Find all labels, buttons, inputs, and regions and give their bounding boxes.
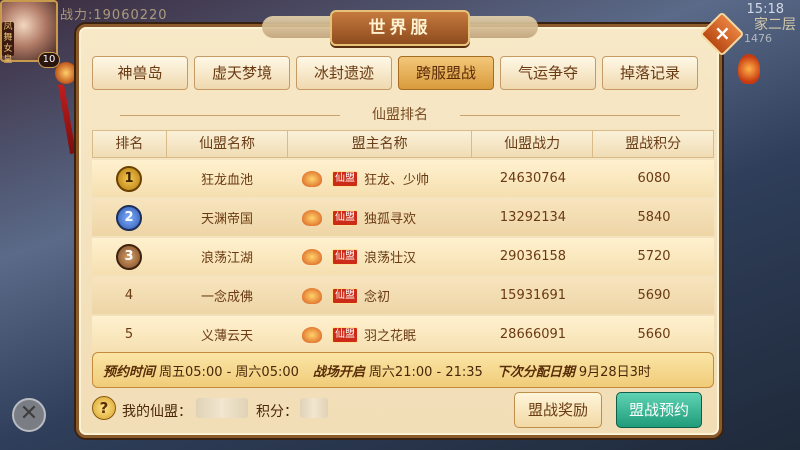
guild-name: 浪荡江湖	[200, 251, 253, 266]
my-score-value-masked	[300, 398, 328, 418]
silver-medal-icon: 2	[116, 204, 142, 231]
war-score: 5840	[637, 210, 671, 225]
header-rank: 排名	[93, 131, 167, 157]
leader-tag: 仙盟	[332, 209, 358, 226]
header-war-score: 盟战积分	[625, 136, 682, 152]
my-guild-label: 我的仙盟：	[122, 404, 192, 420]
guild-name: 狂龙血池	[200, 173, 253, 188]
crest-icon	[298, 248, 326, 266]
guild-name: 义薄云天	[200, 329, 253, 344]
section-title: 仙盟排名	[372, 107, 428, 123]
guild-power: 29036158	[499, 249, 567, 264]
tab-fortune-contest[interactable]: 气运争夺	[500, 56, 596, 90]
leader-name: 独孤寻欢	[364, 212, 417, 227]
table-row[interactable]: 5 义薄云天 仙盟 羽之花眠 28666091 5660	[92, 316, 714, 353]
tab-cross-server-alliance-war[interactable]: 跨服盟战	[398, 56, 494, 90]
next-allocation-label: 下次分配日期	[496, 364, 575, 380]
lantern-ornament-icon	[738, 54, 760, 84]
crest-icon	[298, 287, 326, 305]
gold-medal-icon: 1	[116, 165, 142, 192]
tassel-string	[57, 84, 77, 154]
reserve-time-label: 预约时间	[103, 364, 156, 380]
guild-name: 一念成佛	[200, 290, 253, 305]
schedule-info-bar: 预约时间 周五05:00 - 周六05:00 战场开启 周六21:00 - 21…	[92, 352, 714, 388]
leader-name: 浪荡壮汉	[364, 251, 417, 266]
guild-power: 13292134	[499, 210, 567, 225]
war-score: 6080	[637, 171, 671, 186]
tassel-ornament-icon	[55, 62, 77, 84]
tab-dream-realm[interactable]: 虚天梦境	[194, 56, 290, 90]
my-score-label: 积分：	[256, 404, 298, 420]
table-row[interactable]: 2 天渊帝国 仙盟 独孤寻欢 13292134 5840	[92, 199, 714, 236]
table-row[interactable]: 3 浪荡江湖 仙盟 浪荡壮汉 29036158 5720	[92, 238, 714, 275]
bronze-medal-icon: 3	[116, 243, 142, 270]
title-cloud-right	[458, 16, 538, 38]
crest-icon	[298, 209, 326, 227]
leader-tag: 仙盟	[332, 326, 358, 343]
player-title-tag: 凤舞女皇	[2, 22, 14, 65]
alliance-ranking-table: 排名 仙盟名称 盟主名称 仙盟战力 盟战积分 1 狂龙血池 仙盟 狂龙、少帅 2…	[92, 130, 714, 353]
guild-power: 15931691	[499, 288, 567, 303]
crest-icon	[298, 326, 326, 344]
war-score: 5660	[637, 327, 671, 342]
left-close-icon[interactable]: ✕	[12, 398, 46, 432]
leader-cell: 仙盟 念初	[288, 286, 472, 305]
table-row[interactable]: 1 狂龙血池 仙盟 狂龙、少帅 24630764 6080	[92, 160, 714, 197]
header-guild-power: 仙盟战力	[472, 131, 594, 157]
leader-cell: 仙盟 浪荡壮汉	[288, 247, 472, 266]
floor-label: 家二层	[754, 17, 796, 33]
guild-power: 24630764	[499, 171, 567, 186]
floor-number: 1476	[744, 32, 772, 45]
guild-name: 天渊帝国	[200, 212, 253, 227]
leader-cell: 仙盟 羽之花眠	[288, 325, 472, 344]
my-guild-value-masked	[196, 398, 248, 418]
player-power-text: 战力:19060220	[60, 8, 168, 23]
table-row[interactable]: 4 一念成佛 仙盟 念初 15931691 5690	[92, 277, 714, 314]
next-allocation-value: 9月28日3时	[578, 364, 651, 380]
battle-open-value: 周六21:00 - 21:35	[368, 364, 483, 380]
rank-number: 5	[124, 327, 134, 342]
leader-tag: 仙盟	[332, 248, 358, 265]
panel-title: 世界服	[330, 10, 470, 46]
table-header: 排名 仙盟名称 盟主名称 仙盟战力 盟战积分	[92, 130, 714, 158]
tab-bar: 神兽岛 虚天梦境 冰封遗迹 跨服盟战 气运争夺 掉落记录	[92, 56, 700, 92]
close-icon: ×	[713, 21, 731, 46]
leader-cell: 仙盟 狂龙、少帅	[288, 169, 472, 188]
guild-power: 28666091	[499, 327, 567, 342]
war-score: 5690	[637, 288, 671, 303]
war-reserve-button[interactable]: 盟战预约	[616, 392, 702, 428]
war-reward-button[interactable]: 盟战奖励	[514, 392, 602, 428]
header-guild-name: 仙盟名称	[167, 131, 289, 157]
rank-number: 4	[124, 288, 134, 303]
leader-cell: 仙盟 独孤寻欢	[288, 208, 472, 227]
battle-open-label: 战场开启	[312, 364, 365, 380]
help-icon[interactable]: ?	[92, 396, 116, 420]
tab-drop-records[interactable]: 掉落记录	[602, 56, 698, 90]
reserve-time-value: 周五05:00 - 周六05:00	[159, 364, 299, 380]
tab-frozen-ruins[interactable]: 冰封遗迹	[296, 56, 392, 90]
leader-name: 狂龙、少帅	[364, 173, 430, 188]
leader-tag: 仙盟	[332, 170, 358, 187]
header-leader-name: 盟主名称	[288, 131, 472, 157]
leader-name: 念初	[364, 290, 391, 305]
crest-icon	[298, 170, 326, 188]
war-score: 5720	[637, 249, 671, 264]
leader-tag: 仙盟	[332, 287, 358, 304]
tab-beast-island[interactable]: 神兽岛	[92, 56, 188, 90]
leader-name: 羽之花眠	[364, 329, 417, 344]
